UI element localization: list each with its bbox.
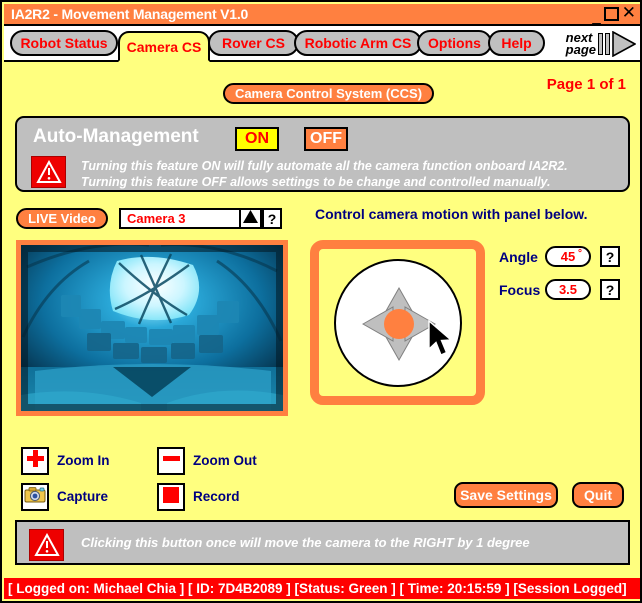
auto-management-title: Auto-Management [33,126,199,147]
degree-symbol-icon: ° [578,248,582,259]
auto-management-description: Turning this feature ON will fully autom… [81,158,568,190]
tab-bar: Robot Status Camera CS Rover CS Robotic … [4,26,640,62]
focus-label: Focus [499,281,541,298]
plus-icon [26,449,45,473]
zoom-out-label: Zoom Out [193,453,257,468]
window-controls: _ ✕ [592,4,636,24]
auto-desc-line2: Turning this feature OFF allows settings… [81,175,551,189]
dpad-circle [333,258,462,387]
status-bar: [ Logged on: Michael Chia ] [ ID: 7D4B20… [4,578,640,599]
close-button[interactable]: ✕ [622,4,636,21]
minimize-button[interactable]: _ [592,9,600,24]
next-arrow-icon [612,31,636,57]
zoom-out-button[interactable] [157,447,185,475]
tip-panel: Clicking this button once will move the … [15,520,630,565]
stop-square-icon [163,486,179,508]
motion-instruction: Control camera motion with panel below. [315,206,588,222]
tab-label: Robotic Arm CS [304,35,412,51]
title-bar: IA2R2 - Movement Management V1.0 _ ✕ [4,4,640,26]
zoom-in-label: Zoom In [57,453,110,468]
next-page-line2: page [565,42,596,57]
auto-management-off-button[interactable]: OFF [304,127,348,151]
warning-icon [31,156,66,188]
page-bars-icon [598,33,610,55]
tab-label: Camera CS [126,38,202,55]
angle-label: Angle [499,248,538,265]
tab-label: Robot Status [20,35,108,51]
tab-label: Rover CS [221,35,286,51]
ccs-badge[interactable]: Camera Control System (CCS) [223,83,434,104]
maximize-button[interactable] [603,7,619,21]
camera-select-value: Camera 3 [127,211,186,226]
page-indicator: Page 1 of 1 [546,76,626,93]
tab-camera-cs[interactable]: Camera CS [118,31,210,62]
zoom-in-button[interactable] [21,447,49,475]
save-settings-button[interactable]: Save Settings [454,482,558,508]
tab-help[interactable]: Help [488,30,545,56]
tab-label: Help [501,35,532,51]
camera-select-arrow-button[interactable] [239,208,262,229]
tab-options[interactable]: Options [417,30,492,56]
tab-rover-cs[interactable]: Rover CS [208,30,299,56]
live-video-feed[interactable] [16,240,288,416]
capture-label: Capture [57,489,109,504]
auto-management-on-button[interactable]: ON [235,127,279,151]
minus-icon [162,449,181,473]
record-label: Record [193,489,240,504]
warning-icon [29,529,64,561]
tab-robotic-arm-cs[interactable]: Robotic Arm CS [294,30,422,56]
angle-value: 45 [560,249,576,264]
camera-help-button[interactable]: ? [262,208,282,229]
angle-value-field[interactable]: 45 ° [545,246,591,267]
capture-button[interactable] [21,483,49,511]
quit-button[interactable]: Quit [572,482,624,508]
video-image [21,245,283,411]
next-page-button[interactable]: next page [565,30,636,58]
focus-value: 3.5 [558,282,578,297]
angle-help-button[interactable]: ? [600,246,620,267]
camera-icon [24,486,46,509]
focus-value-field[interactable]: 3.5 [545,279,591,300]
auto-management-panel: Auto-Management ON OFF Turning this feat… [15,116,630,192]
tip-text: Clicking this button once will move the … [81,535,530,550]
application-window: IA2R2 - Movement Management V1.0 _ ✕ Rob… [0,0,642,603]
dpad-panel[interactable] [310,240,485,405]
live-video-badge[interactable]: LIVE Video [16,208,108,229]
auto-desc-line1: Turning this feature ON will fully autom… [81,159,568,173]
next-page-label: next page [565,31,596,57]
focus-help-button[interactable]: ? [600,279,620,300]
tab-label: Options [428,35,481,51]
camera-select[interactable]: Camera 3 [119,208,252,229]
focus-field-row: Focus 3.5 ? [499,279,620,300]
tab-robot-status[interactable]: Robot Status [10,30,118,56]
triangle-up-icon [243,209,258,228]
angle-field-row: Angle 45 ° ? [499,246,620,267]
window-title: IA2R2 - Movement Management V1.0 [11,6,249,22]
record-button[interactable] [157,483,185,511]
status-bar-text: [ Logged on: Michael Chia ] [ ID: 7D4B20… [8,581,627,596]
